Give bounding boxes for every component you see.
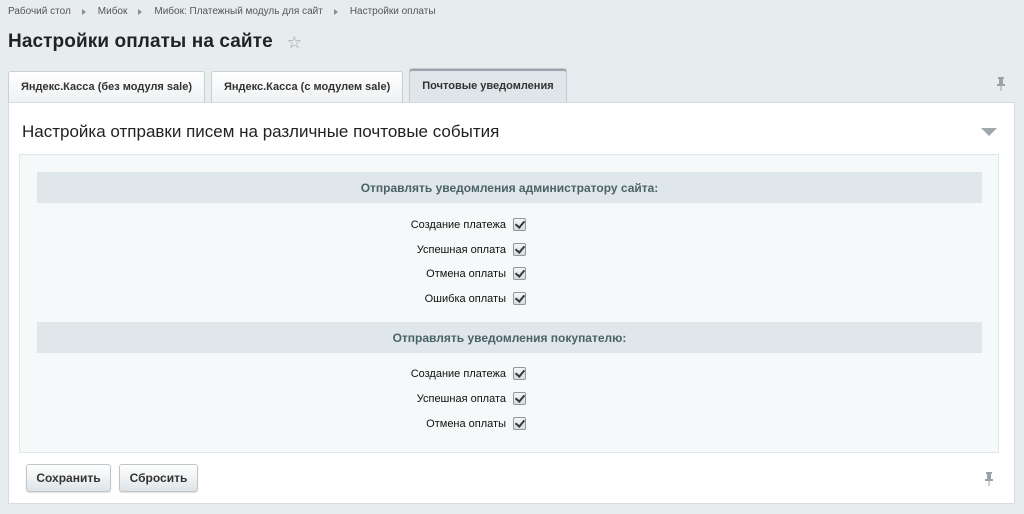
tab-bar: Яндекс.Касса (без модуля sale) Яндекс.Ка… <box>8 68 573 102</box>
setting-row-admin-payment-error: Ошибка оплаты <box>20 286 998 311</box>
save-button[interactable]: Сохранить <box>26 464 111 492</box>
breadcrumb-separator-icon <box>81 8 86 15</box>
notification-settings-form: Отправлять уведомления администратору са… <box>19 154 999 453</box>
setting-row-admin-payment-created: Создание платежа <box>20 212 998 237</box>
tab-yandex-kassa-without-sale[interactable]: Яндекс.Касса (без модуля sale) <box>8 71 205 102</box>
settings-panel: Настройка отправки писем на различные по… <box>8 102 1015 504</box>
setting-row-customer-payment-created: Создание платежа <box>20 361 998 386</box>
checkbox-admin-payment-error[interactable] <box>513 292 526 305</box>
checkbox-admin-payment-created[interactable] <box>513 218 526 231</box>
setting-label: Успешная оплата <box>416 243 506 256</box>
page-title: Настройки оплаты на сайте <box>8 31 273 52</box>
section-customer-notifications-heading: Отправлять уведомления покупателю: <box>37 322 982 353</box>
breadcrumb-separator-icon <box>333 8 338 15</box>
checkbox-admin-payment-cancel[interactable] <box>513 267 526 280</box>
breadcrumb-item-payment-module[interactable]: Мибок: Платежный модуль для сайт <box>154 6 322 17</box>
setting-label: Создание платежа <box>410 218 506 231</box>
setting-label: Создание платежа <box>410 367 506 380</box>
settings-page: Рабочий стол Мибок Мибок: Платежный моду… <box>0 0 1024 514</box>
chevron-down-icon[interactable] <box>981 128 997 136</box>
breadcrumb: Рабочий стол Мибок Мибок: Платежный моду… <box>8 6 436 17</box>
setting-label: Успешная оплата <box>416 392 506 405</box>
breadcrumb-separator-icon <box>138 8 143 15</box>
breadcrumb-item-payment-settings[interactable]: Настройки оплаты <box>350 6 436 17</box>
checkbox-admin-payment-success[interactable] <box>513 243 526 256</box>
pin-icon[interactable] <box>996 77 1006 91</box>
reset-button[interactable]: Сбросить <box>119 464 198 492</box>
star-icon[interactable]: ☆ <box>287 34 302 51</box>
setting-row-admin-payment-success: Успешная оплата <box>20 237 998 262</box>
breadcrumb-item-mibok[interactable]: Мибок <box>98 6 128 17</box>
tab-yandex-kassa-with-sale[interactable]: Яндекс.Касса (с модулем sale) <box>210 71 404 102</box>
checkbox-customer-payment-success[interactable] <box>513 392 526 405</box>
setting-label: Отмена оплаты <box>426 267 506 280</box>
setting-label: Отмена оплаты <box>426 417 506 430</box>
pin-icon[interactable] <box>984 472 994 486</box>
checkbox-customer-payment-created[interactable] <box>513 367 526 380</box>
breadcrumb-item-desktop[interactable]: Рабочий стол <box>8 6 71 17</box>
section-admin-notifications-heading: Отправлять уведомления администратору са… <box>37 172 982 203</box>
title-row: Настройки оплаты на сайте ☆ <box>8 31 302 53</box>
setting-row-customer-payment-success: Успешная оплата <box>20 386 998 411</box>
setting-row-customer-payment-cancel: Отмена оплаты <box>20 411 998 436</box>
setting-label: Ошибка оплаты <box>424 292 506 305</box>
panel-header: Настройка отправки писем на различные по… <box>22 122 500 141</box>
setting-row-admin-payment-cancel: Отмена оплаты <box>20 261 998 286</box>
tab-email-notifications[interactable]: Почтовые уведомления <box>409 68 567 102</box>
checkbox-customer-payment-cancel[interactable] <box>513 417 526 430</box>
